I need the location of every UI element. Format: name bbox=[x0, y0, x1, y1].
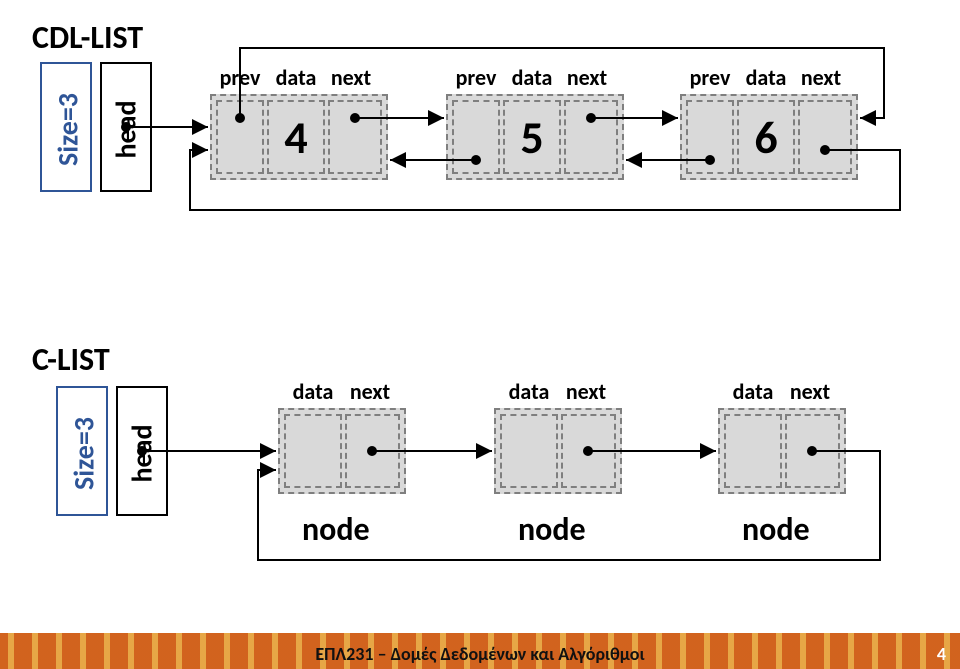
c-n3-data-h: data bbox=[724, 378, 782, 405]
c-n3-next-cell bbox=[785, 414, 840, 488]
c-n2-next-h: next bbox=[561, 378, 611, 405]
c-n2-data-h: data bbox=[500, 378, 558, 405]
c-n2-data-cell bbox=[500, 414, 558, 488]
cdl-n2-data-h: data bbox=[503, 64, 561, 91]
c-size-label: Size=3 bbox=[67, 411, 102, 497]
page-number: 4 bbox=[937, 643, 946, 665]
c-n3-data-cell bbox=[724, 414, 782, 488]
c-n1-data-h: data bbox=[284, 378, 342, 405]
cdl-n2-next-cell bbox=[564, 100, 618, 174]
cdl-n1-next-cell bbox=[328, 100, 382, 174]
cdl-n3-val: 6 bbox=[737, 110, 795, 166]
cdl-n3-prev-h: prev bbox=[686, 64, 734, 91]
c-n3-label: node bbox=[742, 510, 810, 549]
cdl-n1-prev-h: prev bbox=[216, 64, 264, 91]
cdl-n2-prev-cell bbox=[452, 100, 500, 174]
cdl-n3-next-h: next bbox=[796, 64, 846, 91]
c-n3-next-h: next bbox=[785, 378, 835, 405]
c-n1-data-cell bbox=[284, 414, 342, 488]
c-n1-next-h: next bbox=[345, 378, 395, 405]
c-n1-next-cell bbox=[345, 414, 400, 488]
c-head-label: head bbox=[125, 414, 160, 494]
c-title: C-LIST bbox=[32, 340, 110, 379]
cdl-title: CDL-LIST bbox=[32, 18, 143, 57]
footer: ΕΠΛ231 – Δομές Δεδομένων και Αλγόριθμοι … bbox=[0, 633, 960, 669]
cdl-head-label: head bbox=[109, 90, 144, 170]
cdl-n1-next-h: next bbox=[326, 64, 376, 91]
c-n2-label: node bbox=[518, 510, 586, 549]
cdl-n1-data-h: data bbox=[267, 64, 325, 91]
cdl-n1-val: 4 bbox=[267, 110, 325, 166]
cdl-n3-next-cell bbox=[798, 100, 852, 174]
cdl-n3-prev-cell bbox=[686, 100, 734, 174]
cdl-n2-prev-h: prev bbox=[452, 64, 500, 91]
c-n1-label: node bbox=[302, 510, 370, 549]
cdl-n2-next-h: next bbox=[562, 64, 612, 91]
footer-text: ΕΠΛ231 – Δομές Δεδομένων και Αλγόριθμοι bbox=[0, 643, 960, 665]
cdl-n1-prev-cell bbox=[216, 100, 264, 174]
c-n2-next-cell bbox=[561, 414, 616, 488]
cdl-n3-data-h: data bbox=[737, 64, 795, 91]
cdl-size-label: Size=3 bbox=[51, 87, 86, 173]
slide: CDL-LIST Size=3 head prev data next 4 pr… bbox=[0, 0, 960, 669]
cdl-n2-val: 5 bbox=[503, 110, 561, 166]
